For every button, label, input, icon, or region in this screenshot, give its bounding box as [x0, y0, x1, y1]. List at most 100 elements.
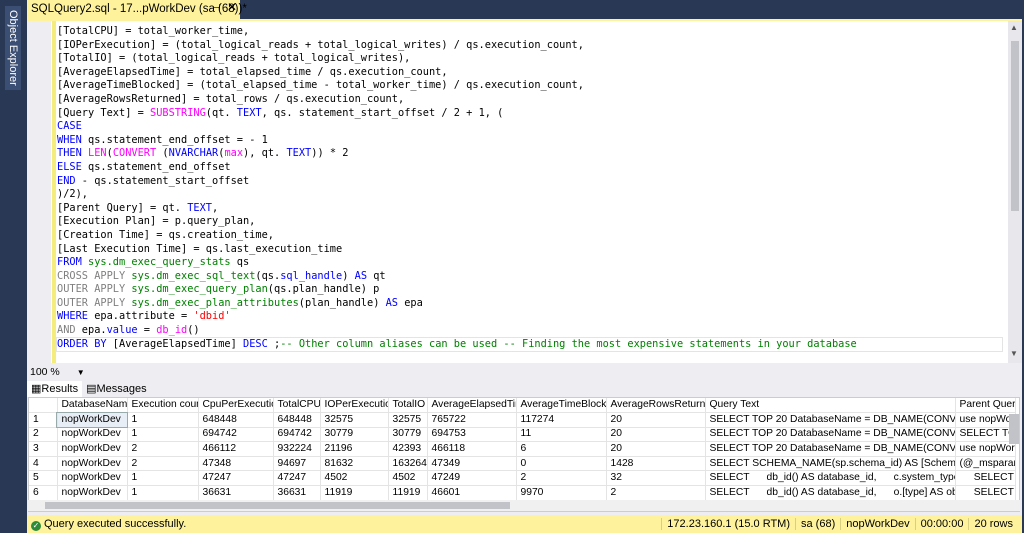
- code-line[interactable]: [Last Execution Time] = qs.last_executio…: [57, 243, 1005, 257]
- grid-cell[interactable]: nopWorkDev: [56, 411, 128, 429]
- column-header[interactable]: Execution count: [127, 398, 199, 414]
- column-header[interactable]: TotalCPU: [273, 398, 321, 414]
- grid-cell[interactable]: 47247: [273, 470, 321, 487]
- grid-cell[interactable]: nopWorkDev: [57, 427, 128, 443]
- results-grid[interactable]: DatabaseName Execution count CpuPerExecuti…: [28, 397, 1020, 512]
- grid-cell[interactable]: 20: [606, 427, 706, 443]
- grid-cell[interactable]: 694742: [273, 427, 321, 443]
- grid-cell[interactable]: 21196: [320, 441, 389, 457]
- grid-cell[interactable]: 1: [127, 470, 199, 487]
- table-row[interactable]: 6 nopWorkDev 1 36631 36631 11919 11919 46601 997…: [29, 485, 1016, 501]
- table-row[interactable]: 5 nopWorkDev 1 47247 47247 4502 4502 47249 2 32 SE…: [29, 470, 1016, 487]
- code-line[interactable]: [Parent Query] = qt. TEXT,: [57, 202, 1005, 216]
- grid-scroll-thumb[interactable]: [45, 502, 510, 509]
- grid-cell[interactable]: 32575: [320, 412, 389, 428]
- code-line[interactable]: [AverageTimeBlocked] = (total_elapsed_ti…: [57, 79, 1005, 93]
- grid-cell[interactable]: 94697: [273, 456, 321, 472]
- grid-cell[interactable]: 81632: [320, 456, 389, 472]
- editor-vertical-scrollbar[interactable]: ▲ ▼: [1008, 21, 1022, 363]
- scroll-thumb[interactable]: [1011, 41, 1019, 211]
- grid-cell[interactable]: 30779: [320, 427, 389, 443]
- grid-cell[interactable]: 11919: [388, 485, 428, 501]
- chevron-down-icon[interactable]: ▼: [77, 368, 85, 377]
- grid-cell[interactable]: 32: [606, 470, 706, 487]
- column-header[interactable]: Parent Query: [955, 398, 1016, 414]
- grid-cell[interactable]: SELECT TOP 20 DatabaseName = DB_NAME(CON…: [705, 427, 956, 443]
- grid-cell[interactable]: use nopWork: [955, 441, 1016, 457]
- code-line[interactable]: [AverageRowsReturned] = total_rows / qs.…: [57, 93, 1005, 107]
- code-line[interactable]: AND epa.value = db_id(): [57, 324, 1005, 338]
- code-line[interactable]: [IOPerExecution] = (total_logical_reads …: [57, 39, 1005, 53]
- column-header[interactable]: AverageTimeBlocked: [516, 398, 607, 414]
- grid-horizontal-scrollbar[interactable]: [28, 500, 1020, 511]
- column-header[interactable]: AverageElapsedTime: [427, 398, 517, 414]
- code-lines[interactable]: [TotalCPU] = total_worker_time, [IOPerExe…: [56, 25, 1005, 353]
- grid-vertical-scroll-thumb[interactable]: [1009, 414, 1019, 444]
- code-line[interactable]: [Creation Time] = qs.creation_time,: [57, 229, 1005, 243]
- grid-cell[interactable]: nopWorkDev: [57, 485, 128, 501]
- grid-cell[interactable]: 117274: [516, 412, 607, 428]
- grid-cell[interactable]: 36631: [273, 485, 321, 501]
- code-line[interactable]: CASE: [57, 120, 1005, 134]
- sql-editor[interactable]: [TotalCPU] = total_worker_time, [IOPerExe…: [27, 21, 1022, 363]
- grid-cell[interactable]: 32575: [388, 412, 428, 428]
- grid-cell[interactable]: SELECT db_id() AS database_id, o.[type] …: [705, 485, 956, 501]
- pin-icon[interactable]: ⊣: [212, 2, 221, 15]
- grid-cell[interactable]: SELECT TOP: [955, 427, 1016, 443]
- grid-cell[interactable]: 46601: [427, 485, 517, 501]
- table-row[interactable]: 3 nopWorkDev 2 466112 932224 21196 42393 466118…: [29, 441, 1016, 457]
- row-number[interactable]: 1: [29, 412, 58, 428]
- table-row[interactable]: 2 nopWorkDev 1 694742 694742 30779 30779 694753…: [29, 427, 1016, 443]
- table-row[interactable]: 4 nopWorkDev 2 47348 94697 81632 163264 47349 0 1…: [29, 456, 1016, 472]
- scroll-up-icon[interactable]: ▲: [1010, 23, 1018, 33]
- code-line[interactable]: [Query Text] = SUBSTRING(qt. TEXT, qs. s…: [57, 107, 1005, 121]
- grid-cell[interactable]: 36631: [198, 485, 274, 501]
- grid-cell[interactable]: 694742: [198, 427, 274, 443]
- grid-cell[interactable]: SELECT: [955, 470, 1016, 487]
- grid-cell[interactable]: 932224: [273, 441, 321, 457]
- grid-cell[interactable]: nopWorkDev: [57, 441, 128, 457]
- column-header[interactable]: [29, 398, 58, 414]
- object-explorer-tab[interactable]: Object Explorer: [5, 6, 21, 90]
- column-header[interactable]: DatabaseName: [57, 398, 128, 414]
- grid-cell[interactable]: 47349: [427, 456, 517, 472]
- grid-cell[interactable]: 4502: [388, 470, 428, 487]
- grid-cell[interactable]: 163264: [388, 456, 428, 472]
- code-line[interactable]: END - qs.statement_start_offset: [57, 175, 1005, 189]
- row-number[interactable]: 4: [29, 456, 58, 472]
- grid-cell[interactable]: nopWorkDev: [57, 470, 128, 487]
- grid-cell[interactable]: 2: [127, 456, 199, 472]
- tab-results[interactable]: ▦ Results: [27, 381, 83, 397]
- code-line[interactable]: OUTER APPLY sys.dm_exec_query_plan(qs.pl…: [57, 283, 1005, 297]
- grid-cell[interactable]: 466112: [198, 441, 274, 457]
- code-line[interactable]: FROM sys.dm_exec_query_stats qs: [57, 256, 1005, 270]
- scroll-down-icon[interactable]: ▼: [1010, 349, 1018, 359]
- column-header[interactable]: CpuPerExecution: [198, 398, 274, 414]
- close-icon[interactable]: ✕: [227, 1, 237, 14]
- grid-cell[interactable]: SELECT TOP 20 DatabaseName = DB_NAME(CON…: [705, 441, 956, 457]
- column-header[interactable]: AverageRowsReturned: [606, 398, 706, 414]
- code-line[interactable]: WHEN qs.statement_end_offset = - 1: [57, 134, 1005, 148]
- column-header[interactable]: Query Text: [705, 398, 956, 414]
- grid-cell[interactable]: 42393: [388, 441, 428, 457]
- grid-cell[interactable]: 47348: [198, 456, 274, 472]
- code-line[interactable]: WHERE epa.attribute = 'dbid': [57, 310, 1005, 324]
- code-line[interactable]: OUTER APPLY sys.dm_exec_plan_attributes(…: [57, 297, 1005, 311]
- grid-cell[interactable]: 1: [127, 427, 199, 443]
- grid-cell[interactable]: 11919: [320, 485, 389, 501]
- query-tab[interactable]: SQLQuery2.sql - 17...pWorkDev (sa (68))*…: [27, 0, 247, 19]
- code-line[interactable]: THEN LEN(CONVERT (NVARCHAR(max), qt. TEX…: [57, 147, 1005, 161]
- grid-cell[interactable]: 648448: [273, 412, 321, 428]
- grid-cell[interactable]: SELECT db_id() AS database_id, c.system_…: [705, 470, 956, 487]
- grid-cell[interactable]: 11: [516, 427, 607, 443]
- code-line[interactable]: [AverageElapsedTime] = total_elapsed_tim…: [57, 66, 1005, 80]
- grid-cell[interactable]: 20: [606, 412, 706, 428]
- grid-cell[interactable]: 765722: [427, 412, 517, 428]
- grid-cell[interactable]: 1: [127, 412, 199, 428]
- code-line[interactable]: [TotalCPU] = total_worker_time,: [57, 25, 1005, 39]
- tab-messages[interactable]: ▤ Messages: [82, 381, 151, 397]
- row-number[interactable]: 2: [29, 427, 58, 443]
- grid-cell[interactable]: 2: [516, 470, 607, 487]
- grid-cell[interactable]: SELECT TOP 20 DatabaseName = DB_NAME(CON…: [705, 412, 956, 428]
- grid-cell[interactable]: (@_msparam: [955, 456, 1016, 472]
